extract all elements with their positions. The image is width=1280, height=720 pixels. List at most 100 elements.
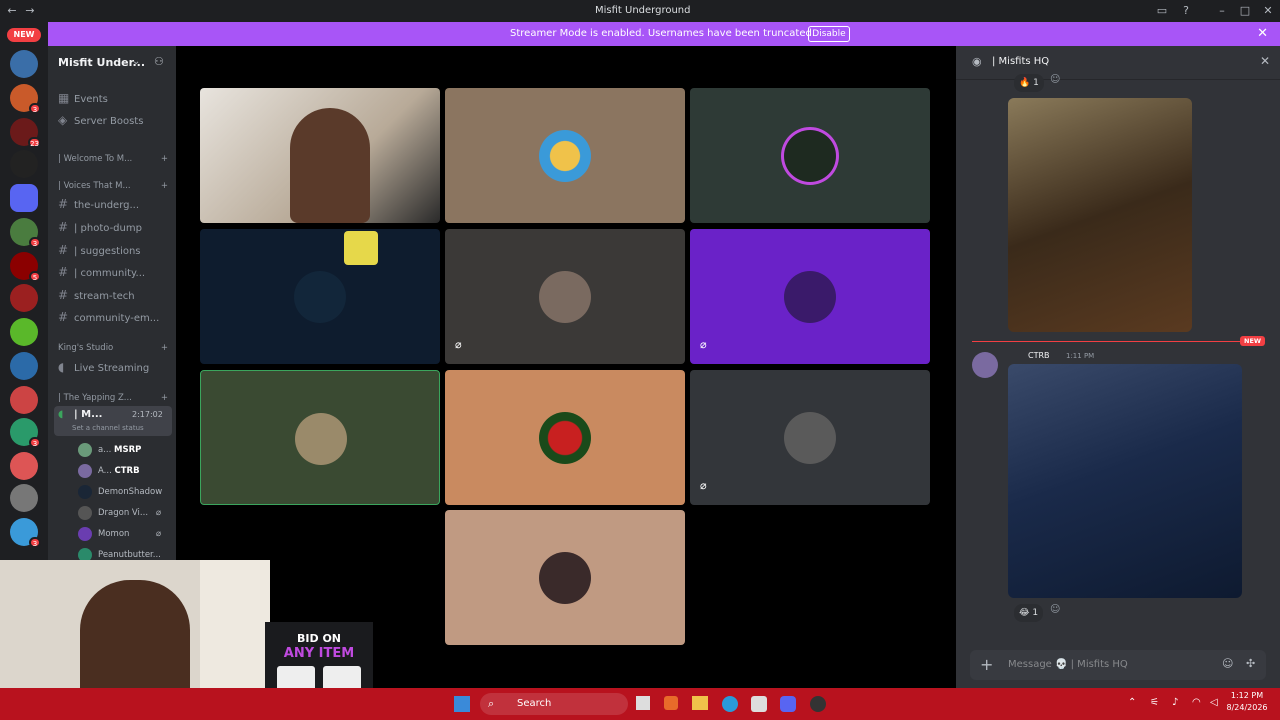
video-tile[interactable] bbox=[445, 370, 685, 505]
server-icon[interactable] bbox=[10, 452, 38, 480]
video-tile[interactable]: ⌀ bbox=[445, 229, 685, 364]
message-image[interactable] bbox=[1008, 364, 1242, 598]
server-icon[interactable] bbox=[10, 318, 38, 346]
obs-icon[interactable] bbox=[810, 696, 826, 712]
network-icon[interactable]: ⚟ bbox=[1150, 697, 1159, 708]
add-channel-icon[interactable]: + bbox=[161, 393, 168, 403]
server-boosts-item[interactable]: ◈ Server Boosts bbox=[58, 110, 172, 130]
back-icon[interactable]: ← bbox=[4, 3, 20, 19]
task-view-icon[interactable] bbox=[636, 696, 650, 710]
apps-icon[interactable]: ✣ bbox=[1246, 657, 1255, 670]
category-welcome[interactable]: | Welcome To M... + bbox=[58, 154, 168, 164]
muted-icon: ⌀ bbox=[700, 338, 707, 351]
voice-channel-name: | M... bbox=[74, 409, 103, 420]
video-tile[interactable]: ⌀ bbox=[690, 229, 930, 364]
server-icon[interactable]: 5 bbox=[10, 252, 41, 282]
avatar bbox=[784, 271, 836, 323]
voice-user[interactable]: Momon ⌀ bbox=[78, 525, 168, 543]
video-tile[interactable] bbox=[690, 88, 930, 223]
hash-icon: # bbox=[58, 265, 69, 279]
video-tile[interactable]: ⌀ bbox=[690, 370, 930, 505]
active-voice-channel[interactable]: ◖ | M... 2:17:02 Set a channel status bbox=[54, 406, 172, 436]
taskbar-search[interactable]: ⌕ Search bbox=[480, 693, 628, 715]
video-tile-webcam[interactable] bbox=[200, 88, 440, 223]
add-reaction-icon[interactable]: ☺ bbox=[1050, 604, 1060, 615]
voice-user[interactable]: a... MSRP bbox=[78, 441, 168, 459]
message-composer[interactable]: + Message 💀 | Misfits HQ ☺ ✣ bbox=[970, 650, 1266, 680]
server-icon[interactable] bbox=[10, 352, 38, 380]
hash-icon: # bbox=[58, 288, 69, 302]
voice-user[interactable]: DemonShadow bbox=[78, 483, 168, 501]
close-window-icon[interactable]: ✕ bbox=[1260, 3, 1276, 19]
video-tile[interactable] bbox=[445, 88, 685, 223]
wifi-icon[interactable]: ◠ bbox=[1192, 697, 1201, 708]
server-icon[interactable] bbox=[10, 150, 38, 178]
channel-item[interactable]: # community-em... bbox=[58, 307, 172, 327]
video-tile[interactable] bbox=[445, 510, 685, 645]
channel-item[interactable]: # stream-tech bbox=[58, 285, 172, 305]
edge-icon[interactable] bbox=[722, 696, 738, 712]
add-reaction-icon[interactable]: ☺ bbox=[1050, 74, 1060, 85]
server-icon[interactable]: 3 bbox=[10, 418, 41, 448]
disable-button[interactable]: Disable bbox=[808, 26, 850, 42]
taskbar-time[interactable]: 1:12 PM bbox=[1226, 691, 1268, 700]
inbox-icon[interactable]: ▭ bbox=[1154, 3, 1170, 19]
speaker-icon: ◖ bbox=[58, 360, 65, 374]
category-kings-studio[interactable]: King's Studio + bbox=[58, 343, 168, 353]
server-icon[interactable]: 3 bbox=[10, 518, 41, 548]
server-icon[interactable] bbox=[10, 484, 38, 512]
file-explorer-icon[interactable] bbox=[692, 696, 708, 710]
category-yapping[interactable]: | The Yapping Z... + bbox=[58, 393, 168, 403]
add-channel-icon[interactable]: + bbox=[161, 181, 168, 191]
voice-channel-live-streaming[interactable]: ◖ Live Streaming bbox=[58, 357, 172, 377]
forward-icon[interactable]: → bbox=[22, 3, 38, 19]
close-chat-icon[interactable]: ✕ bbox=[1260, 54, 1270, 68]
avatar[interactable] bbox=[972, 352, 998, 378]
taskbar-date[interactable]: 8/24/2026 bbox=[1226, 703, 1268, 712]
server-folder-icon[interactable] bbox=[10, 184, 38, 212]
reaction-pill[interactable]: 🔥 1 bbox=[1014, 74, 1044, 92]
server-icon[interactable] bbox=[10, 50, 38, 78]
server-icon[interactable] bbox=[10, 386, 38, 414]
start-icon[interactable] bbox=[454, 696, 470, 712]
video-tile[interactable] bbox=[200, 229, 440, 364]
add-attachment-icon[interactable]: + bbox=[980, 655, 993, 674]
muted-icon: ⌀ bbox=[455, 338, 462, 351]
help-icon[interactable]: ? bbox=[1178, 3, 1194, 19]
minimize-icon[interactable]: – bbox=[1214, 3, 1230, 19]
category-voices[interactable]: | Voices That M... + bbox=[58, 181, 168, 191]
chevron-up-icon[interactable]: ⌃ bbox=[1128, 697, 1136, 708]
close-icon[interactable]: ✕ bbox=[1257, 26, 1268, 41]
channel-item[interactable]: # | community... bbox=[58, 262, 172, 282]
avatar bbox=[784, 412, 836, 464]
emoji-icon[interactable]: ☺ bbox=[1222, 657, 1233, 670]
volume-icon[interactable]: ◁ bbox=[1210, 697, 1218, 708]
events-item[interactable]: ▦ Events bbox=[58, 88, 172, 108]
discord-icon[interactable] bbox=[780, 696, 796, 712]
add-channel-icon[interactable]: + bbox=[161, 343, 168, 353]
server-icon[interactable]: 3 bbox=[10, 84, 41, 114]
message-author-tag[interactable]: CTRB bbox=[1028, 351, 1050, 360]
message-image[interactable] bbox=[1008, 98, 1192, 332]
add-channel-icon[interactable]: + bbox=[161, 154, 168, 164]
add-user-icon[interactable]: ⚇ bbox=[154, 55, 164, 68]
chat-panel: ◉ | Misfits HQ ✕ 🔥 1 ☺ NEW CTRB 1:11 PM … bbox=[956, 46, 1280, 688]
server-icon[interactable] bbox=[10, 284, 38, 312]
video-tile-speaking[interactable] bbox=[200, 370, 440, 505]
copilot-icon[interactable] bbox=[664, 696, 678, 710]
avatar bbox=[295, 413, 347, 465]
microphone-icon[interactable]: ♪ bbox=[1172, 697, 1178, 708]
channel-status[interactable]: Set a channel status bbox=[72, 424, 144, 432]
voice-user[interactable]: Dragon Vi... ⌀ bbox=[78, 504, 168, 522]
channel-item[interactable]: # | suggestions bbox=[58, 240, 172, 260]
maximize-icon[interactable]: □ bbox=[1237, 3, 1253, 19]
channel-item[interactable]: # the-underg... bbox=[58, 194, 172, 214]
voice-user[interactable]: A... CTRB bbox=[78, 462, 168, 480]
store-icon[interactable] bbox=[751, 696, 767, 712]
chevron-down-icon[interactable]: ⌄ bbox=[132, 56, 140, 67]
server-icon[interactable]: 3 bbox=[10, 218, 41, 248]
reaction-pill[interactable]: 😂 1 bbox=[1014, 604, 1044, 622]
server-icon[interactable]: 23 bbox=[10, 118, 41, 148]
hash-icon: # bbox=[58, 243, 69, 257]
channel-item[interactable]: # | photo-dump bbox=[58, 217, 172, 237]
